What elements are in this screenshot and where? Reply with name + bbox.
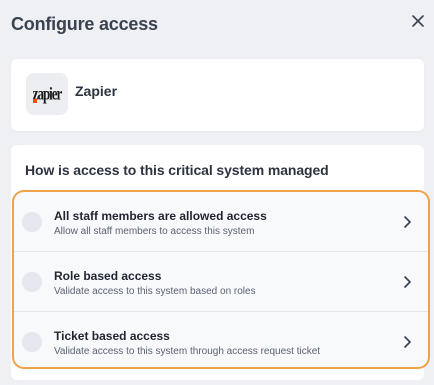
access-options: All staff members are allowed access All…: [12, 190, 430, 369]
app-card: zapier Zapier: [11, 59, 424, 131]
dialog-title: Configure access: [11, 14, 158, 34]
option-title: Role based access: [54, 269, 162, 283]
logo-dot: [33, 99, 37, 103]
option-title: All staff members are allowed access: [54, 209, 267, 223]
radio-button[interactable]: [22, 332, 42, 352]
radio-button[interactable]: [22, 212, 42, 232]
chevron-right-icon: [402, 335, 412, 349]
option-description: Allow all staff members to access this s…: [54, 226, 255, 237]
close-button[interactable]: [408, 11, 428, 31]
close-icon[interactable]: [408, 11, 428, 31]
option-role-based[interactable]: Role based access Validate access to thi…: [14, 251, 428, 310]
option-description: Validate access to this system based on …: [54, 286, 256, 297]
radio-button[interactable]: [22, 272, 42, 292]
option-ticket-based[interactable]: Ticket based access Validate access to t…: [14, 311, 428, 367]
chevron-right-icon: [402, 215, 412, 229]
zapier-logo: zapier: [26, 73, 68, 115]
option-description: Validate access to this system through a…: [54, 346, 321, 357]
dialog-header: Configure access: [0, 0, 434, 50]
option-title: Ticket based access: [54, 329, 170, 343]
app-name: Zapier: [75, 83, 118, 99]
option-all-staff[interactable]: All staff members are allowed access All…: [14, 192, 428, 251]
chevron-right-icon: [402, 275, 412, 289]
question-text: How is access to this critical system ma…: [25, 162, 329, 178]
